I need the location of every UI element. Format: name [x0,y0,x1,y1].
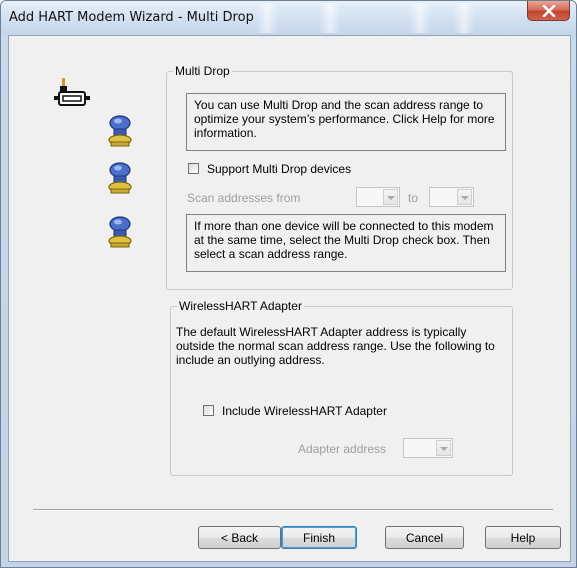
hart-device-icon [108,162,132,194]
support-multi-drop-checkbox[interactable] [188,163,199,174]
wizard-window: Add HART Modem Wizard - Multi Drop Multi… [0,0,577,568]
hart-device-icon [108,216,132,248]
button-separator [33,509,553,511]
multi-drop-info-text: You can use Multi Drop and the scan addr… [194,98,495,140]
include-wirelesshart-label: Include WirelessHART Adapter [222,404,387,418]
adapter-address-label: Adapter address [298,442,387,456]
scan-to-label: to [408,191,419,205]
title-bar-glass [319,3,341,33]
multi-drop-note-text: If more than one device will be connecte… [194,219,494,261]
multi-drop-legend: Multi Drop [173,64,232,78]
chevron-down-icon[interactable] [383,189,398,205]
chevron-down-icon[interactable] [457,189,472,205]
wirelesshart-adapter-group: WirelessHART Adapter The default Wireles… [170,299,513,476]
title-bar[interactable]: Add HART Modem Wizard - Multi Drop [1,1,576,35]
close-button[interactable] [527,1,570,21]
modem-connector-icon [54,78,90,106]
title-bar-glass [256,3,278,33]
cancel-button[interactable]: Cancel [385,526,464,549]
scan-from-select[interactable] [356,187,400,207]
hart-device-icon [108,115,132,147]
multi-drop-info-box: You can use Multi Drop and the scan addr… [186,93,506,151]
include-wirelesshart-checkbox[interactable] [203,405,214,416]
support-multi-drop-checkbox-row[interactable]: Support Multi Drop devices [188,162,448,178]
wirelesshart-adapter-legend: WirelessHART Adapter [177,299,304,313]
multi-drop-note-box: If more than one device will be connecte… [186,214,506,272]
support-multi-drop-label: Support Multi Drop devices [207,162,352,176]
multi-drop-group: Multi Drop You can use Multi Drop and th… [166,64,513,290]
adapter-address-select[interactable] [403,438,453,458]
wirelesshart-description: The default WirelessHART Adapter address… [176,325,495,367]
scan-to-select[interactable] [429,187,474,207]
dialog-client-area: Multi Drop You can use Multi Drop and th… [8,35,571,562]
scan-addresses-label: Scan addresses from [187,191,301,205]
finish-button[interactable]: Finish [281,526,357,549]
include-wirelesshart-checkbox-row[interactable]: Include WirelessHART Adapter [203,404,443,420]
help-button[interactable]: Help [485,526,561,549]
title-bar-glass [453,3,475,33]
title-bar-glass [409,3,431,33]
chevron-down-icon[interactable] [436,440,451,456]
back-button[interactable]: < Back [198,526,281,549]
window-title: Add HART Modem Wizard - Multi Drop [9,10,254,25]
close-x-icon [542,5,556,17]
